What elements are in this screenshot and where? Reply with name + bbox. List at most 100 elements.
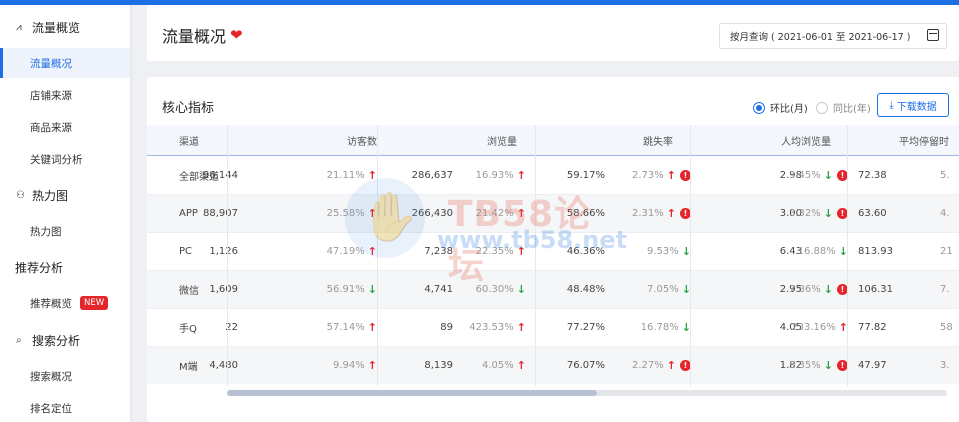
metric-change: 7.86% ↓! bbox=[789, 270, 848, 308]
column-header[interactable]: 渠道 bbox=[179, 125, 199, 155]
radio-unchecked-icon bbox=[816, 101, 828, 114]
sidebar-item[interactable]: 排名定位 bbox=[0, 393, 130, 422]
column-header[interactable]: 浏览量 bbox=[447, 125, 517, 155]
metric-value: 1,126 bbox=[209, 245, 238, 257]
change-percent: 16.88% bbox=[797, 245, 836, 257]
metric-change: 2.31% ↑! bbox=[632, 194, 691, 232]
metric-change: 7.05% ↓ bbox=[647, 270, 691, 308]
row-divider bbox=[147, 194, 959, 195]
metric-value: 1,609 bbox=[209, 283, 238, 295]
arrow-up-icon: ↑ bbox=[666, 206, 676, 220]
sidebar-section[interactable]: ⚇ 热力图 bbox=[0, 180, 130, 210]
metric-value: 72.38 bbox=[858, 169, 887, 181]
sidebar-item-label: 商品来源 bbox=[30, 121, 72, 134]
change-percent: 9.53% bbox=[647, 245, 679, 257]
calendar-icon bbox=[927, 29, 939, 41]
metric-value: 96,144 bbox=[203, 169, 238, 181]
metric-value: 89 bbox=[440, 321, 453, 333]
change-percent: 2.73% bbox=[632, 169, 664, 181]
metric-value: 813.93 bbox=[858, 245, 893, 257]
sidebar-item[interactable]: 推荐概览 NEW bbox=[0, 288, 130, 318]
arrow-down-icon: ↓ bbox=[823, 206, 833, 220]
sidebar-section[interactable]: ⩘ 流量概览 bbox=[0, 12, 130, 42]
metric-change: 5. bbox=[940, 156, 950, 194]
table-row: 手Q 22 57.14% ↑ 89 423.53% ↑ 77.27% 16.78% ↓ 4.05 23… bbox=[147, 308, 959, 346]
change-percent: 233.16% bbox=[791, 321, 836, 333]
arrow-up-icon: ↑ bbox=[516, 244, 526, 258]
metric-change: 16.93% ↑ bbox=[476, 156, 526, 194]
radio-yoy-label: 同比(年) bbox=[833, 104, 871, 115]
change-percent: 22.35% bbox=[475, 245, 514, 257]
sidebar-item[interactable]: 流量概况 bbox=[0, 48, 130, 78]
channel-cell: APP bbox=[179, 207, 198, 219]
sidebar-item[interactable]: 店铺来源 bbox=[0, 80, 130, 110]
change-percent: 21 bbox=[940, 245, 953, 257]
radio-year-over-year[interactable]: 同比(年) bbox=[816, 100, 871, 115]
sidebar-item[interactable]: 商品来源 bbox=[0, 112, 130, 142]
metric-change: 21.11% ↑ bbox=[327, 156, 377, 194]
metric-change: 9.53% ↓ bbox=[647, 232, 691, 270]
table-row: M端 4,480 9.94% ↑ 8,139 4.05% ↑ 76.07% 2.27% ↑! 1.8… bbox=[147, 346, 959, 384]
metric-change: 233.16% ↑ bbox=[791, 308, 848, 346]
arrow-up-icon: ↑ bbox=[367, 320, 377, 334]
arrow-down-icon: ↓ bbox=[823, 168, 833, 182]
sidebar-item-label: 排名定位 bbox=[30, 402, 72, 415]
sidebar-section[interactable]: ⌕ 搜索分析 bbox=[0, 325, 130, 355]
metric-change: 22.35% ↑ bbox=[476, 232, 526, 270]
column-header[interactable]: 人均浏览量 bbox=[757, 125, 831, 155]
channel-cell: PC bbox=[179, 245, 193, 257]
sidebar-item-label: 流量概况 bbox=[30, 57, 72, 70]
sidebar-item[interactable]: 关键词分析 bbox=[0, 144, 130, 174]
search-icon: ⌕ bbox=[16, 334, 22, 346]
channel-cell: M端 bbox=[179, 361, 198, 373]
change-percent: 3.45% bbox=[789, 169, 821, 181]
change-percent: 7.05% bbox=[647, 283, 679, 295]
radio-month-over-month[interactable]: 环比(月) bbox=[753, 100, 808, 115]
metric-value: 266,430 bbox=[411, 207, 453, 219]
metric-value: 58.66% bbox=[566, 207, 605, 219]
column-header[interactable]: 跳失率 bbox=[597, 125, 673, 155]
metric-change: 57.14% ↑ bbox=[327, 308, 377, 346]
download-data-button[interactable]: ⤓ 下载数据 bbox=[877, 93, 949, 117]
change-percent: 4. bbox=[940, 207, 950, 219]
arrow-up-icon: ↑ bbox=[516, 320, 526, 334]
row-divider bbox=[147, 308, 959, 309]
change-percent: 58 bbox=[940, 321, 953, 333]
arrow-up-icon: ↑ bbox=[516, 168, 526, 182]
metric-change: 21.42% ↑ bbox=[476, 194, 526, 232]
change-percent: 25.58% bbox=[326, 207, 365, 219]
traffic-icon: ⩘ bbox=[16, 21, 22, 33]
arrow-down-icon: ↓ bbox=[516, 282, 526, 296]
change-percent: 5.35% bbox=[789, 359, 821, 371]
metric-value: 77.82 bbox=[858, 321, 887, 333]
change-percent: 2.31% bbox=[632, 207, 664, 219]
change-percent: 47.19% bbox=[326, 245, 365, 257]
metric-value: 286,637 bbox=[411, 169, 453, 181]
metric-value: 59.17% bbox=[566, 169, 605, 181]
scrollbar-thumb[interactable] bbox=[227, 390, 597, 396]
favorite-heart-icon[interactable]: ❤ bbox=[230, 26, 243, 44]
metric-change: 9.94% ↑ bbox=[333, 346, 377, 384]
metric-change: 4.05% ↑ bbox=[482, 346, 526, 384]
sidebar-item-label: 流量概览 bbox=[32, 20, 81, 35]
heatmap-icon: ⚇ bbox=[16, 189, 25, 201]
column-header[interactable]: 平均停留时 bbox=[899, 125, 959, 155]
sidebar-section[interactable]: 推荐分析 bbox=[0, 252, 130, 282]
sidebar-item[interactable]: 热力图 bbox=[0, 216, 130, 246]
metric-change: 16.78% ↓ bbox=[641, 308, 691, 346]
metric-change: 25.58% ↑ bbox=[327, 194, 377, 232]
sidebar-item[interactable]: 搜索概况 bbox=[0, 361, 130, 391]
metric-value: 106.31 bbox=[858, 283, 893, 295]
metric-value: 47.97 bbox=[858, 359, 887, 371]
channel-cell: 手Q bbox=[179, 323, 197, 335]
horizontal-scrollbar[interactable] bbox=[227, 390, 947, 396]
metric-value: 88,907 bbox=[203, 207, 238, 219]
table-row: APP 88,907 25.58% ↑ 266,430 21.42% ↑ 58.66% 2.31… bbox=[147, 194, 959, 232]
column-header[interactable]: 访客数 bbox=[307, 125, 377, 155]
sidebar: ⩘ 流量概览流量概况店铺来源商品来源关键词分析 ⚇ 热力图热力图推荐分析推荐概览 NEW… bbox=[0, 5, 130, 422]
change-percent: 3.32% bbox=[789, 207, 821, 219]
arrow-up-icon: ↑ bbox=[516, 358, 526, 372]
sidebar-item-label: 店铺来源 bbox=[30, 89, 72, 102]
metric-change: 2.27% ↑! bbox=[632, 346, 691, 384]
date-range-picker[interactable]: 按月查询 ( 2021-06-01 至 2021-06-17 ) bbox=[719, 23, 947, 49]
